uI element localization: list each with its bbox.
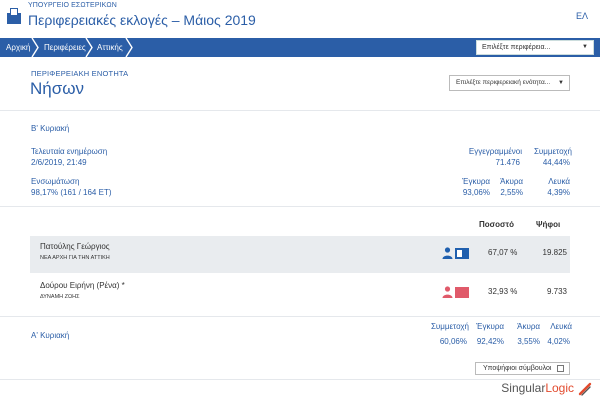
- last-update-value: 2/6/2019, 21:49: [31, 158, 87, 167]
- breadcrumb-home[interactable]: Αρχική: [6, 38, 30, 57]
- round-a-valid-label: Έγκυρα: [476, 322, 504, 331]
- turnout-value: 44,44%: [542, 158, 570, 167]
- checkbox-icon[interactable]: [557, 365, 564, 372]
- chevron-right-icon: [85, 38, 93, 57]
- breadcrumb-regions[interactable]: Περιφέρειες: [44, 38, 86, 57]
- candidate-percent: 67,07 %: [488, 248, 518, 257]
- page-title[interactable]: Περιφερειακές εκλογές – Μάιος 2019: [28, 12, 256, 28]
- councillors-toggle-label: Υποψήφιοι σύμβουλοι: [483, 365, 552, 372]
- integration-label: Ενσωμάτωση: [31, 177, 80, 186]
- footer-divider: [0, 379, 600, 380]
- candidate-party: ΔΥΝΑΜΗ ΖΩΗΣ: [40, 294, 80, 300]
- round-a-valid-value: 92,42%: [476, 337, 504, 346]
- table-row[interactable]: Πατούλης Γεώργιος ΝΕΑ ΑΡΧΗ ΓΙΑ ΤΗΝ ΑΤΤΙΚ…: [30, 236, 570, 273]
- chevron-right-icon: [31, 38, 39, 57]
- valid-label: Έγκυρα: [462, 177, 490, 186]
- round-a-invalid-value: 3,55%: [517, 337, 540, 346]
- caret-down-icon: ▼: [582, 44, 588, 50]
- last-update-label: Τελευταία ενημέρωση: [31, 147, 108, 156]
- divider: [0, 206, 600, 207]
- round-a-blank-value: 4,02%: [547, 337, 570, 346]
- integration-value: 98,17% (161 / 164 ΕΤ): [31, 188, 112, 197]
- party-color-swatch: [455, 287, 469, 298]
- breadcrumb: Αρχική Περιφέρειες Αττικής Επιλέξτε περι…: [0, 38, 600, 57]
- candidate-percent: 32,93 %: [488, 287, 518, 296]
- candidate-name: Πατούλης Γεώργιος: [40, 242, 110, 251]
- app-header: ΥΠΟΥΡΓΕΙΟ ΕΣΩΤΕΡΙΚΩΝ Περιφερειακές εκλογ…: [0, 0, 600, 38]
- region-name: Νήσων: [30, 79, 84, 98]
- divider: [0, 316, 600, 317]
- round-a-label[interactable]: Α' Κυριακή: [31, 331, 69, 340]
- brand-logo: SingularLogic: [501, 381, 574, 395]
- registered-value: 71.476: [495, 158, 520, 167]
- turnout-label: Συμμετοχή: [533, 147, 572, 156]
- table-row[interactable]: Δούρου Ειρήνη (Ρένα) * ΔΥΝΑΜΗ ΖΩΗΣ 32,93…: [30, 275, 570, 312]
- councillors-toggle[interactable]: Υποψήφιοι σύμβουλοι: [475, 362, 570, 375]
- invalid-value: 2,55%: [500, 188, 523, 197]
- invalid-label: Άκυρα: [500, 177, 523, 186]
- singular-logic-mark-icon: [578, 382, 592, 396]
- candidate-votes: 9.733: [546, 287, 567, 296]
- region-kicker: ΠΕΡΙΦΕΡΕΙΑΚΗ ΕΝΟΤΗΤΑ: [31, 69, 129, 78]
- round-a-blank-label: Λευκά: [550, 322, 572, 331]
- round-a-invalid-label: Άκυρα: [517, 322, 540, 331]
- person-icon: [442, 286, 453, 298]
- blank-value: 4,39%: [547, 188, 570, 197]
- ballot-box-icon: [7, 8, 21, 24]
- column-header-votes: Ψήφοι: [536, 220, 561, 229]
- regional-unit-select[interactable]: Επιλέξτε περιφερειακή ενότητα... ▼: [449, 75, 570, 91]
- breadcrumb-attica[interactable]: Αττικής: [97, 38, 123, 57]
- language-switch[interactable]: ΕΛ: [576, 11, 588, 21]
- candidate-party: ΝΕΑ ΑΡΧΗ ΓΙΑ ΤΗΝ ΑΤΤΙΚΗ: [40, 255, 110, 261]
- valid-value: 93,06%: [462, 188, 490, 197]
- ministry-label: ΥΠΟΥΡΓΕΙΟ ΕΣΩΤΕΡΙΚΩΝ: [28, 2, 117, 9]
- region-select[interactable]: Επιλέξτε περιφέρεια... ▼: [476, 40, 594, 55]
- person-icon: [442, 247, 453, 259]
- chevron-right-icon: [125, 38, 133, 57]
- caret-down-icon: ▼: [558, 80, 564, 86]
- registered-label: Εγγεγραμμένοι: [468, 147, 522, 156]
- round-a-turnout-label: Συμμετοχή: [430, 322, 469, 331]
- divider: [0, 110, 600, 111]
- candidate-name: Δούρου Ειρήνη (Ρένα) *: [40, 281, 125, 290]
- candidate-votes: 19.825: [542, 248, 567, 257]
- regional-unit-select-value: Επιλέξτε περιφερειακή ενότητα...: [456, 79, 551, 86]
- blank-label: Λευκά: [548, 177, 570, 186]
- party-color-swatch: [455, 248, 469, 259]
- round-a-turnout-value: 60,06%: [439, 337, 467, 346]
- region-select-value: Επιλέξτε περιφέρεια...: [482, 44, 551, 51]
- round-b-label: Β' Κυριακή: [31, 124, 70, 133]
- column-header-percent: Ποσοστό: [479, 220, 514, 229]
